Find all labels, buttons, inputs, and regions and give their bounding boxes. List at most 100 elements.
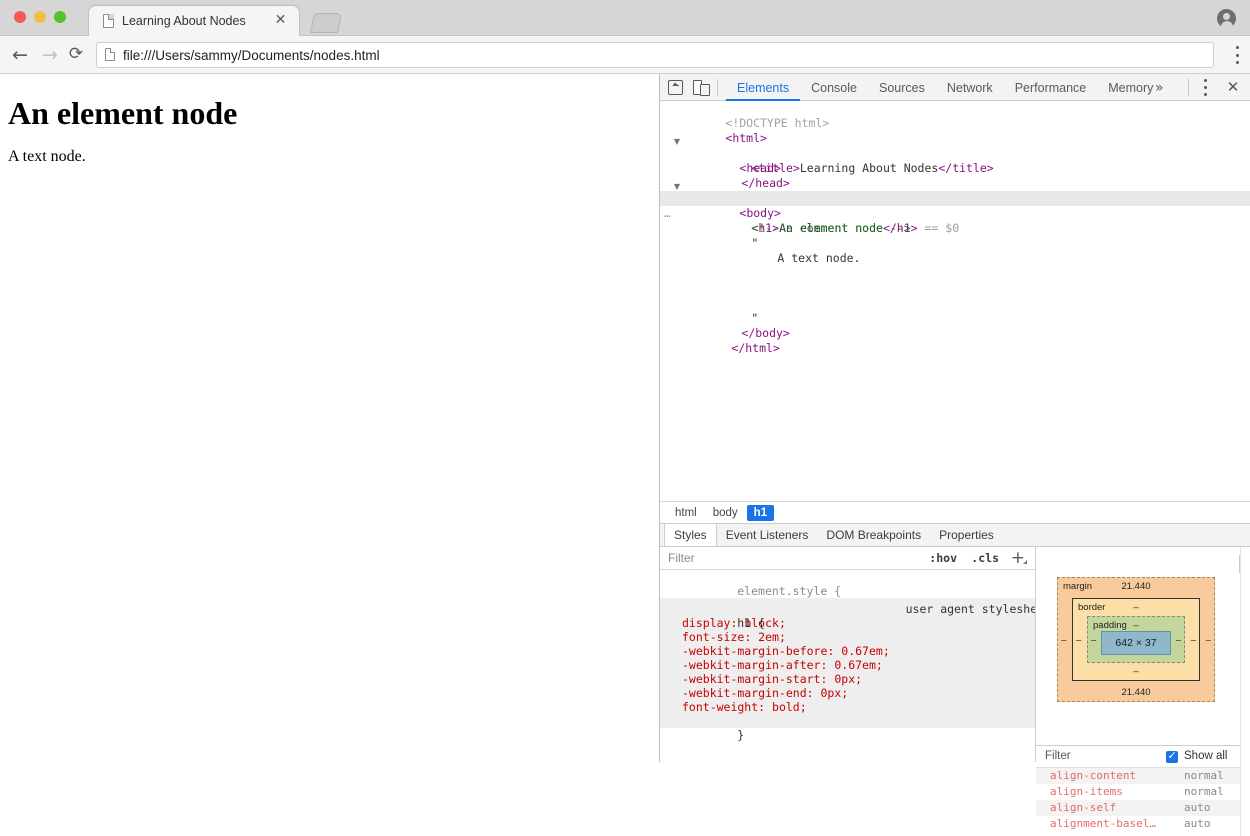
border-bottom-value[interactable]: – <box>1073 666 1199 677</box>
computed-filter-input[interactable]: Filter <box>1045 750 1071 762</box>
border-top-value[interactable]: – <box>1073 602 1199 613</box>
dom-line[interactable]: " <box>660 221 1250 236</box>
dom-line[interactable]: " <box>660 296 1250 311</box>
tab-console[interactable]: Console <box>800 74 868 101</box>
dom-line[interactable]: </head> <box>660 161 1250 176</box>
margin-top-value[interactable]: 21.440 <box>1058 581 1214 592</box>
tab-properties[interactable]: Properties <box>930 524 1003 546</box>
styles-filter-input[interactable]: Filter <box>668 551 695 565</box>
computed-property-value: auto <box>1184 816 1211 832</box>
computed-property-value: auto <box>1184 800 1211 816</box>
devtools-menu-icon[interactable] <box>1203 79 1207 96</box>
box-model-border[interactable]: border – – – – padding – – – – 642 × 37 <box>1072 598 1200 681</box>
computed-property-name: align-items <box>1050 784 1123 800</box>
window-controls <box>14 11 66 23</box>
margin-left-value[interactable]: – <box>1061 634 1066 645</box>
tab-sources[interactable]: Sources <box>868 74 936 101</box>
reload-icon[interactable]: ⟳ <box>66 44 86 64</box>
dom-line[interactable]: <!DOCTYPE html> <box>660 101 1250 116</box>
dom-line[interactable]: A text node. <box>660 236 1250 251</box>
css-prop-value[interactable]: 0px <box>820 686 841 700</box>
computed-property-row[interactable]: align-items normal <box>1036 784 1250 800</box>
computed-styles-pane: Filter Show all align-content normal ali… <box>1036 746 1250 836</box>
css-prop-value[interactable]: 0.67em <box>841 644 883 658</box>
tab-dom-breakpoints[interactable]: DOM Breakpoints <box>817 524 930 546</box>
css-prop-name[interactable]: font-weight <box>682 700 758 714</box>
padding-left-value[interactable]: – <box>1091 634 1096 645</box>
devtools-tabs: Elements Console Sources Network Perform… <box>726 74 1164 101</box>
dom-line[interactable]: ▼ <body> <box>660 176 1250 191</box>
class-button[interactable]: .cls <box>971 551 999 565</box>
close-icon[interactable]: ✕ <box>273 13 288 28</box>
margin-bottom-value[interactable]: 21.440 <box>1058 687 1214 698</box>
dom-line-selected[interactable]: … <h1>An element node</h1> == $0 <box>660 191 1250 206</box>
border-right-value[interactable]: – <box>1191 634 1196 645</box>
tab-styles[interactable]: Styles <box>664 524 717 546</box>
box-model-padding[interactable]: padding – – – – 642 × 37 <box>1087 616 1185 663</box>
tab-elements[interactable]: Elements <box>726 74 800 101</box>
css-prop-name[interactable]: -webkit-margin-after <box>682 658 820 672</box>
dom-line[interactable]: <!-- a comment node --> <box>660 206 1250 221</box>
minimize-window-button[interactable] <box>34 11 46 23</box>
dom-line[interactable]: </html> <box>660 326 1250 341</box>
css-prop-value[interactable]: 0px <box>834 672 855 686</box>
css-rule-element-style[interactable]: element.style { } <box>660 570 1035 598</box>
css-prop-name[interactable]: -webkit-margin-end <box>682 686 807 700</box>
inspect-cursor-icon[interactable] <box>668 80 683 95</box>
close-window-button[interactable] <box>14 11 26 23</box>
border-left-value[interactable]: – <box>1076 634 1081 645</box>
css-prop-name[interactable]: -webkit-margin-start <box>682 672 820 686</box>
breadcrumb: html body h1 <box>660 501 1250 523</box>
maximize-window-button[interactable] <box>54 11 66 23</box>
breadcrumb-body[interactable]: body <box>706 505 745 521</box>
computed-property-value: normal <box>1184 768 1224 784</box>
forward-icon[interactable]: → <box>40 45 60 65</box>
css-prop-value[interactable]: 2em <box>758 630 779 644</box>
computed-filter-row: Filter Show all <box>1036 746 1250 768</box>
dom-line[interactable]: <html> <box>660 116 1250 131</box>
show-all-checkbox[interactable] <box>1166 751 1178 763</box>
document-icon <box>105 48 115 61</box>
css-rule-h1[interactable]: h1 { user agent stylesheet display: bloc… <box>660 598 1035 728</box>
dom-spacer <box>660 266 1250 281</box>
computed-property-row[interactable]: align-self auto <box>1036 800 1250 816</box>
hover-state-button[interactable]: :hov <box>929 551 957 565</box>
padding-top-value[interactable]: – <box>1088 620 1184 631</box>
css-prop-value[interactable]: bold <box>772 700 800 714</box>
new-tab-button[interactable] <box>310 13 342 33</box>
styles-filter-row: Filter :hov .cls + <box>660 547 1035 570</box>
box-model-content-size[interactable]: 642 × 37 <box>1101 631 1171 655</box>
show-all-label[interactable]: Show all <box>1184 750 1227 762</box>
padding-right-value[interactable]: – <box>1176 634 1181 645</box>
computed-property-name: alignment-basel… <box>1050 816 1156 832</box>
address-bar[interactable]: file:///Users/sammy/Documents/nodes.html <box>96 42 1214 68</box>
dom-line[interactable]: <title>Learning About Nodes</title> <box>660 146 1250 161</box>
css-selector: h1 { <box>737 616 765 630</box>
css-rule-close: } <box>737 728 744 742</box>
box-model-margin[interactable]: margin 21.440 21.440 – – border – – – – … <box>1057 577 1215 702</box>
computed-property-row[interactable]: align-content normal <box>1036 768 1250 784</box>
tab-performance[interactable]: Performance <box>1004 74 1098 101</box>
margin-right-value[interactable]: – <box>1206 634 1211 645</box>
more-tabs-icon[interactable]: » <box>1147 74 1172 101</box>
browser-tab[interactable]: Learning About Nodes ✕ <box>88 5 300 36</box>
computed-property-row[interactable]: alignment-basel… auto <box>1036 816 1250 832</box>
scrollbar[interactable] <box>1240 547 1250 836</box>
device-toolbar-icon[interactable] <box>693 79 710 96</box>
browser-menu-icon[interactable] <box>1235 46 1239 64</box>
tab-event-listeners[interactable]: Event Listeners <box>717 524 818 546</box>
devtools-toolbar: Elements Console Sources Network Perform… <box>660 74 1250 101</box>
new-style-rule-button[interactable]: + <box>1011 548 1025 568</box>
avatar[interactable] <box>1217 9 1236 28</box>
breadcrumb-html[interactable]: html <box>668 505 704 521</box>
dom-line[interactable]: </body> <box>660 311 1250 326</box>
dom-line[interactable]: ▼ <head> <box>660 131 1250 146</box>
css-selector: element.style { <box>737 584 841 598</box>
tab-network[interactable]: Network <box>936 74 1004 101</box>
dom-tree[interactable]: <!DOCTYPE html> <html> ▼ <head> <title>L… <box>660 101 1250 501</box>
css-prop-value[interactable]: 0.67em <box>834 658 876 672</box>
css-rules-pane[interactable]: element.style { } h1 { user agent styles… <box>660 570 1035 762</box>
back-icon[interactable]: ← <box>10 45 30 65</box>
breadcrumb-h1[interactable]: h1 <box>747 505 774 521</box>
close-devtools-icon[interactable]: ✕ <box>1224 78 1242 96</box>
